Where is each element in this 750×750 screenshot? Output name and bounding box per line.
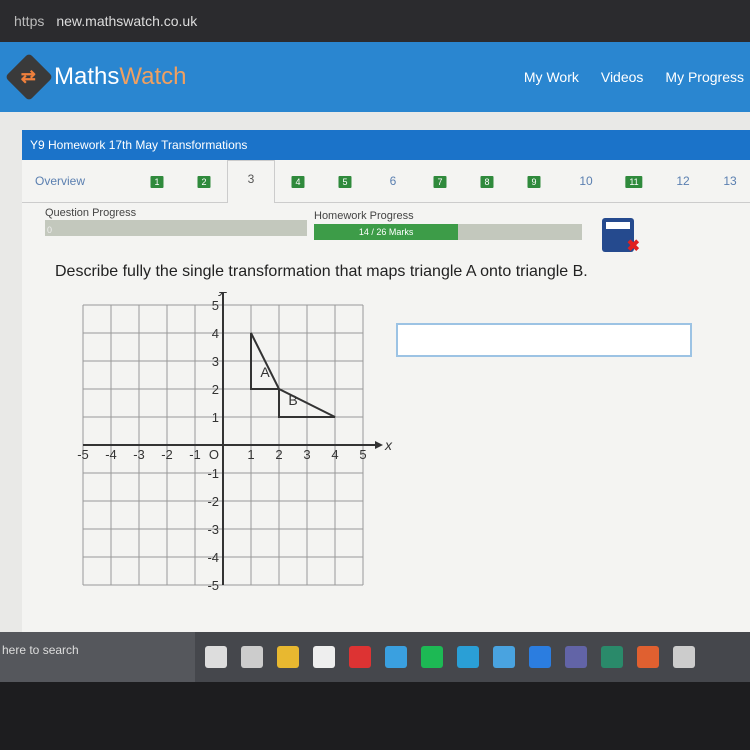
tab-question-12[interactable]: 12 [676, 174, 689, 188]
homework-title: Y9 Homework 17th May Transformations [22, 130, 750, 160]
taskbar: here to search [0, 632, 750, 682]
y-tick-label: -4 [207, 550, 219, 565]
spotify-icon[interactable] [421, 646, 443, 668]
cortana-icon[interactable] [205, 646, 227, 668]
x-tick-label: -5 [77, 447, 89, 462]
homework-progress-fill: 14 / 26 Marks [314, 224, 459, 240]
y-tick-label: -1 [207, 466, 219, 481]
nav-videos[interactable]: Videos [601, 69, 644, 85]
bulb-icon[interactable] [493, 646, 515, 668]
tab-question-11[interactable]: 11 [625, 176, 643, 188]
origin-label: O [209, 447, 219, 462]
tab-overview[interactable]: Overview [35, 174, 85, 188]
page: Y9 Homework 17th May Transformations Ove… [0, 112, 750, 632]
nav-my-work[interactable]: My Work [524, 69, 579, 85]
question-text: Describe fully the single transformation… [55, 263, 588, 280]
y-tick-label: 3 [212, 354, 219, 369]
question-progress-label: Question Progress [45, 207, 137, 219]
tab-question-5[interactable]: 5 [338, 176, 352, 188]
taskbar-search[interactable]: here to search [0, 632, 195, 682]
tab-question-4[interactable]: 4 [291, 176, 305, 188]
y-tick-label: -2 [207, 494, 219, 509]
url-protocol: https [14, 13, 45, 29]
tab-question-6[interactable]: 6 [390, 174, 397, 188]
edge-icon[interactable] [457, 646, 479, 668]
x-axis-arrow [375, 441, 383, 449]
tab-question-13[interactable]: 13 [723, 174, 736, 188]
y-tick-label: 5 [212, 298, 219, 313]
tab-question-2[interactable]: 2 [197, 176, 211, 188]
y-tick-label: -3 [207, 522, 219, 537]
homework-progress-bar: 14 / 26 Marks [314, 224, 582, 240]
address-bar[interactable]: https new.mathswatch.co.uk [0, 0, 750, 42]
coordinate-grid: -5 -5 -4 -4 -3 -3 -2 -2 -1 -1 1 1 2 2 3 3 4 4 5 5 Ox y A B [77, 292, 393, 593]
triangle-label-b: B [288, 392, 297, 408]
store-icon[interactable] [313, 646, 335, 668]
site-header: ⇄ MathsWatch My Work Videos My Progress [0, 42, 750, 112]
logo[interactable]: ⇄ MathsWatch [4, 52, 187, 102]
tab-question-1[interactable]: 1 [150, 176, 164, 188]
brand-text-accent: Watch [119, 63, 187, 90]
homework-progress-label: Homework Progress [314, 210, 414, 222]
question-progress-value: 0 [47, 225, 53, 235]
brand-text: Maths [54, 63, 120, 90]
tab-question-10[interactable]: 10 [579, 174, 592, 188]
tab-question-3[interactable]: 3 [227, 160, 275, 203]
nav-my-progress[interactable]: My Progress [665, 69, 744, 85]
main-nav: My Work Videos My Progress [524, 42, 744, 112]
y-tick-label: -5 [207, 578, 219, 593]
question-progress-bar: 0 [45, 220, 307, 236]
app-icon[interactable] [529, 646, 551, 668]
task-view-icon[interactable] [241, 646, 263, 668]
calculator-icon[interactable]: ✖ [602, 218, 640, 255]
mail-icon[interactable] [385, 646, 407, 668]
teams-icon[interactable] [565, 646, 587, 668]
x-tick-label: -4 [105, 447, 117, 462]
x-tick-label: -1 [189, 447, 201, 462]
answer-input[interactable] [396, 323, 692, 357]
x-tick-label: 3 [303, 447, 310, 462]
y-tick-label: 4 [212, 326, 219, 341]
x-tick-label: 1 [247, 447, 254, 462]
settings-icon[interactable] [673, 646, 695, 668]
x-tick-label: 2 [275, 447, 282, 462]
question-tabs: Overview 1 2 3 4 5 6 7 8 9 10 11 12 13 [22, 160, 750, 203]
y-tick-label: 1 [212, 410, 219, 425]
x-axis-label: x [384, 437, 393, 453]
tab-question-9[interactable]: 9 [527, 176, 541, 188]
x-tick-label: 4 [331, 447, 338, 462]
tab-question-8[interactable]: 8 [480, 176, 494, 188]
x-tick-label: -2 [161, 447, 173, 462]
url-text[interactable]: new.mathswatch.co.uk [56, 13, 197, 29]
y-tick-label: 2 [212, 382, 219, 397]
logo-icon: ⇄ [4, 52, 54, 102]
tab-question-7[interactable]: 7 [433, 176, 447, 188]
file-explorer-icon[interactable] [277, 646, 299, 668]
x-tick-label: -3 [133, 447, 145, 462]
publisher-icon[interactable] [601, 646, 623, 668]
triangle-label-a: A [260, 364, 270, 380]
gift-icon[interactable] [349, 646, 371, 668]
y-axis-label: y [218, 292, 227, 296]
origin-icon[interactable] [637, 646, 659, 668]
x-tick-label: 5 [359, 447, 366, 462]
